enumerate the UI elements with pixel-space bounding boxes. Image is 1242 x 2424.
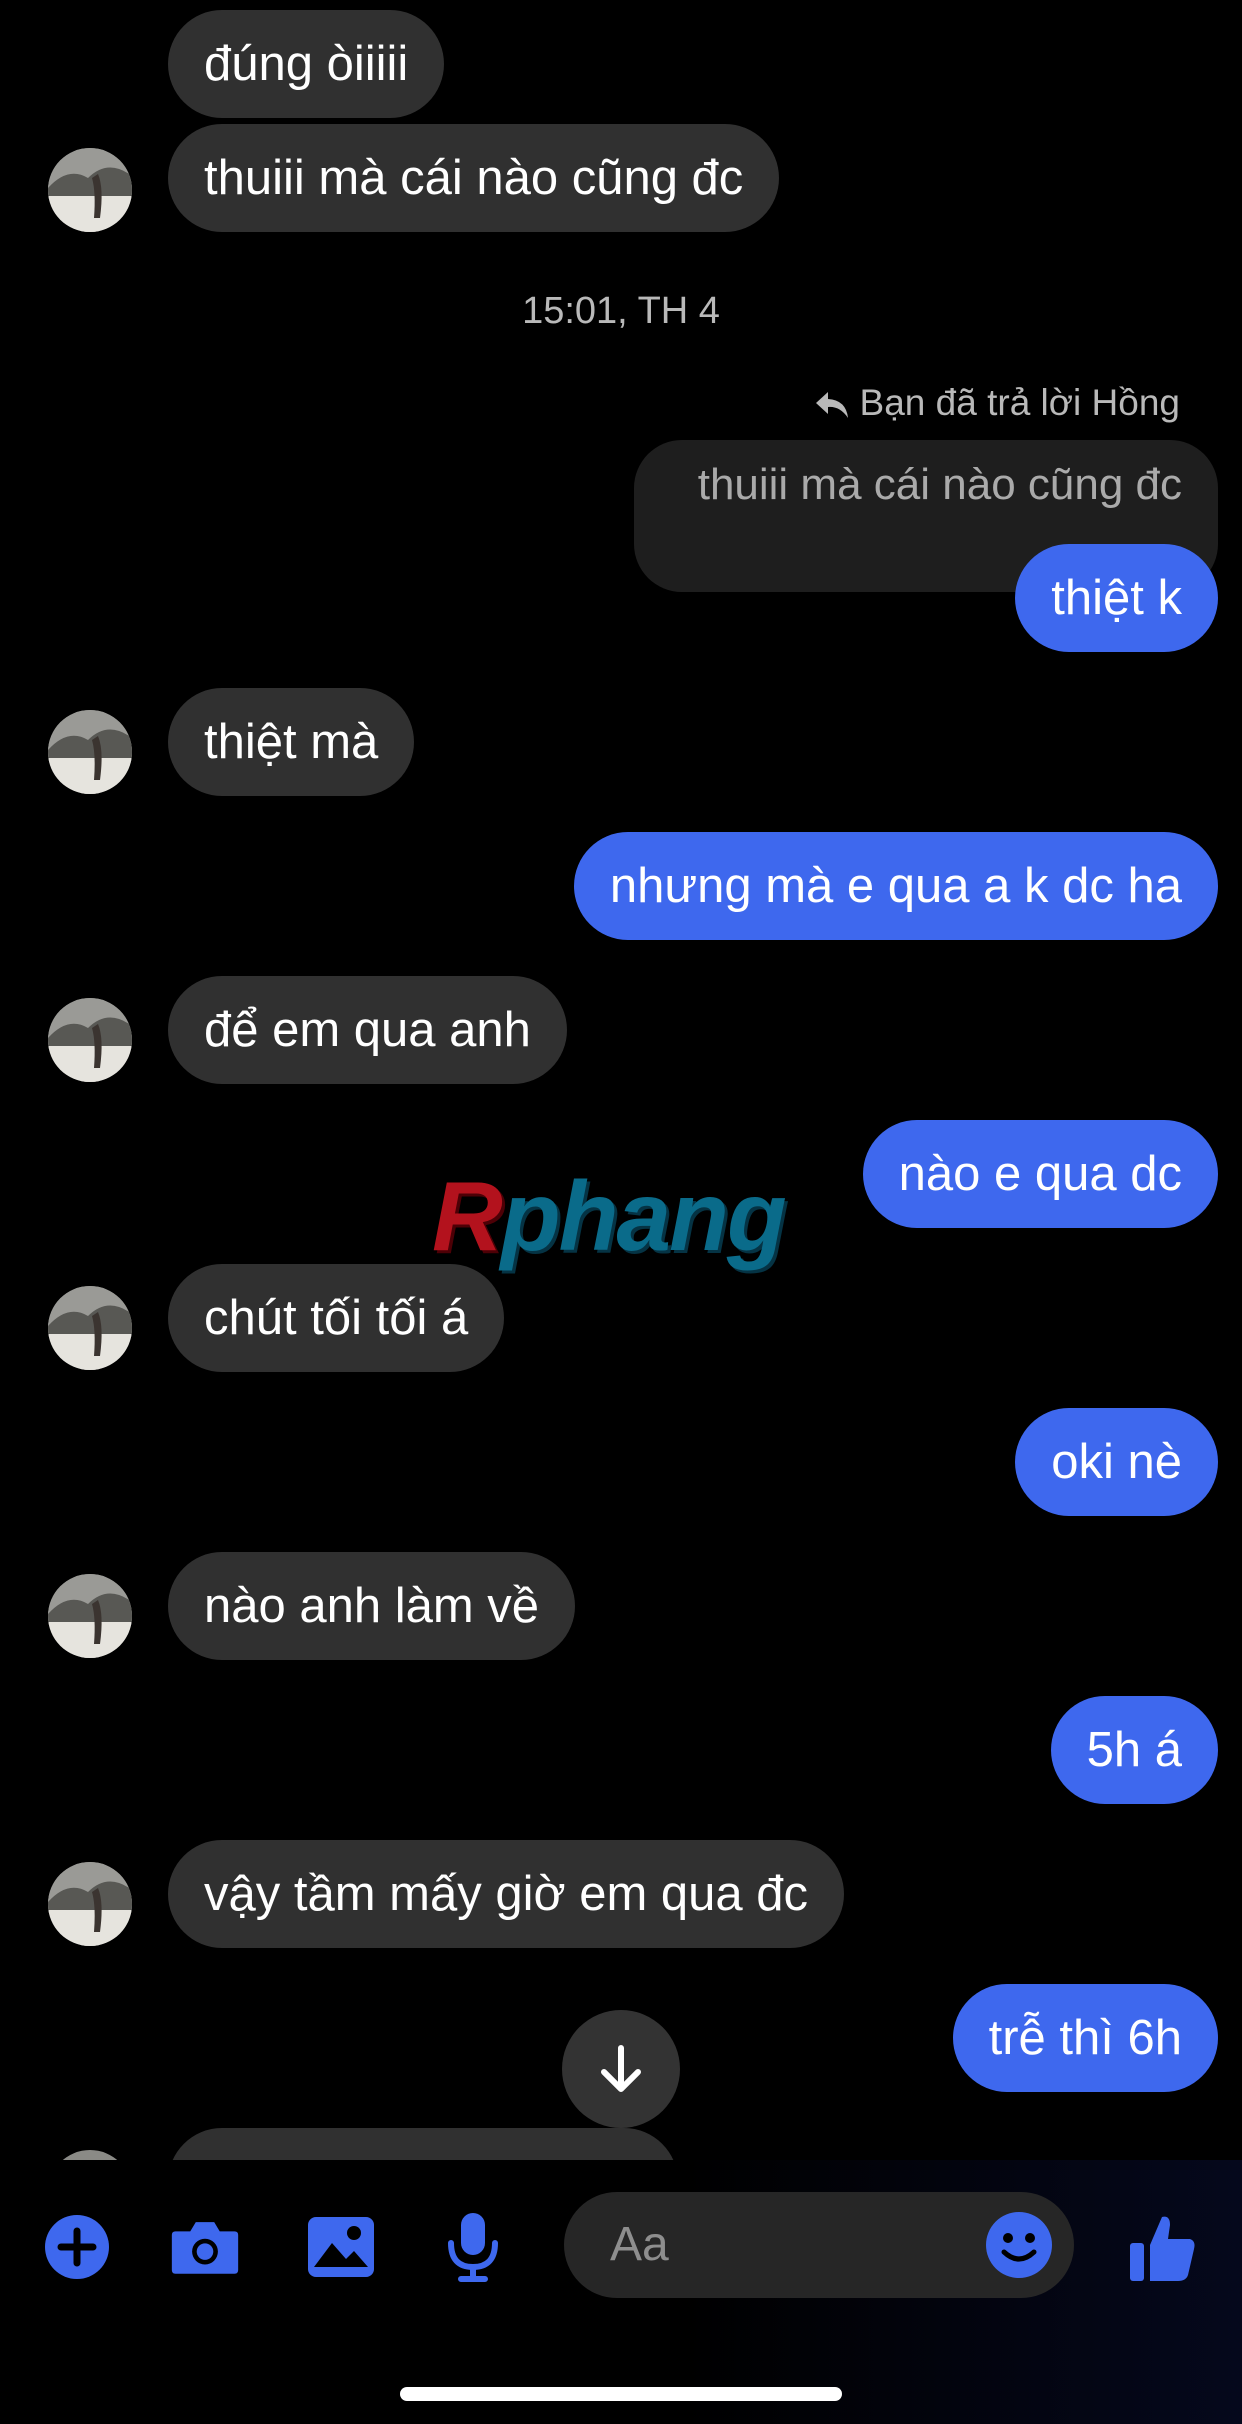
message-bubble-outgoing[interactable]: nào e qua dc: [862, 1120, 1218, 1228]
contact-avatar[interactable]: [48, 148, 132, 232]
message-bubble-incoming[interactable]: thiệt mà: [168, 688, 415, 796]
reply-note: Bạn đã trả lời Hồng: [814, 382, 1180, 424]
contact-avatar[interactable]: [48, 2150, 132, 2160]
scroll-to-bottom-button[interactable]: [562, 2010, 680, 2128]
plus-icon: [45, 2215, 109, 2279]
home-indicator: [400, 2387, 842, 2401]
message-input[interactable]: Aa: [564, 2192, 1074, 2298]
plus-button[interactable]: [42, 2212, 112, 2282]
message-bubble-outgoing[interactable]: oki nè: [1015, 1408, 1218, 1516]
camera-icon: [171, 2222, 239, 2274]
camera-button[interactable]: [170, 2212, 240, 2282]
like-button[interactable]: [1128, 2212, 1198, 2282]
contact-avatar[interactable]: [48, 710, 132, 794]
message-bubble-outgoing[interactable]: nhưng mà e qua a k dc ha: [573, 832, 1218, 940]
message-bubble-incoming[interactable]: để em qua anh: [168, 976, 567, 1084]
timestamp: 15:01, TH 4: [522, 290, 720, 332]
message-bubble-incoming[interactable]: đúng òiiiii: [168, 10, 445, 118]
message-input-placeholder: Aa: [610, 2218, 669, 2271]
message-bubble-incoming[interactable]: nào anh làm về: [168, 1552, 576, 1660]
emoji-icon[interactable]: [984, 2210, 1054, 2280]
reply-note-text: Bạn đã trả lời Hồng: [859, 382, 1180, 423]
contact-avatar[interactable]: [48, 998, 132, 1082]
microphone-icon: [448, 2213, 498, 2282]
watermark-logo: Rphang: [432, 1160, 787, 1273]
watermark-text: phang: [500, 1161, 787, 1271]
message-thread[interactable]: đúng òiiiii thuiii mà cái nào cũng đc 15…: [0, 0, 1242, 2160]
message-bubble-incoming-partial[interactable]: [168, 2128, 678, 2160]
reply-arrow-icon: [815, 392, 848, 419]
message-bubble-outgoing[interactable]: 5h á: [1050, 1696, 1218, 1804]
message-bubble-incoming[interactable]: chút tối tối á: [168, 1264, 505, 1372]
arrow-down-icon: [601, 2045, 641, 2092]
watermark-letter: R: [432, 1161, 503, 1271]
contact-avatar[interactable]: [48, 1574, 132, 1658]
contact-avatar[interactable]: [48, 1862, 132, 1946]
contact-avatar[interactable]: [48, 1286, 132, 1370]
message-bubble-incoming[interactable]: thuiii mà cái nào cũng đc: [168, 124, 780, 232]
microphone-button[interactable]: [438, 2212, 508, 2282]
image-button[interactable]: [306, 2212, 376, 2282]
message-bubble-outgoing[interactable]: thiệt k: [1015, 544, 1218, 652]
message-bubble-incoming[interactable]: vậy tầm mấy giờ em qua đc: [168, 1840, 845, 1948]
thumbs-up-icon: [1130, 2216, 1195, 2281]
image-icon: [308, 2217, 374, 2277]
message-bubble-outgoing[interactable]: trễ thì 6h: [952, 1984, 1218, 2092]
